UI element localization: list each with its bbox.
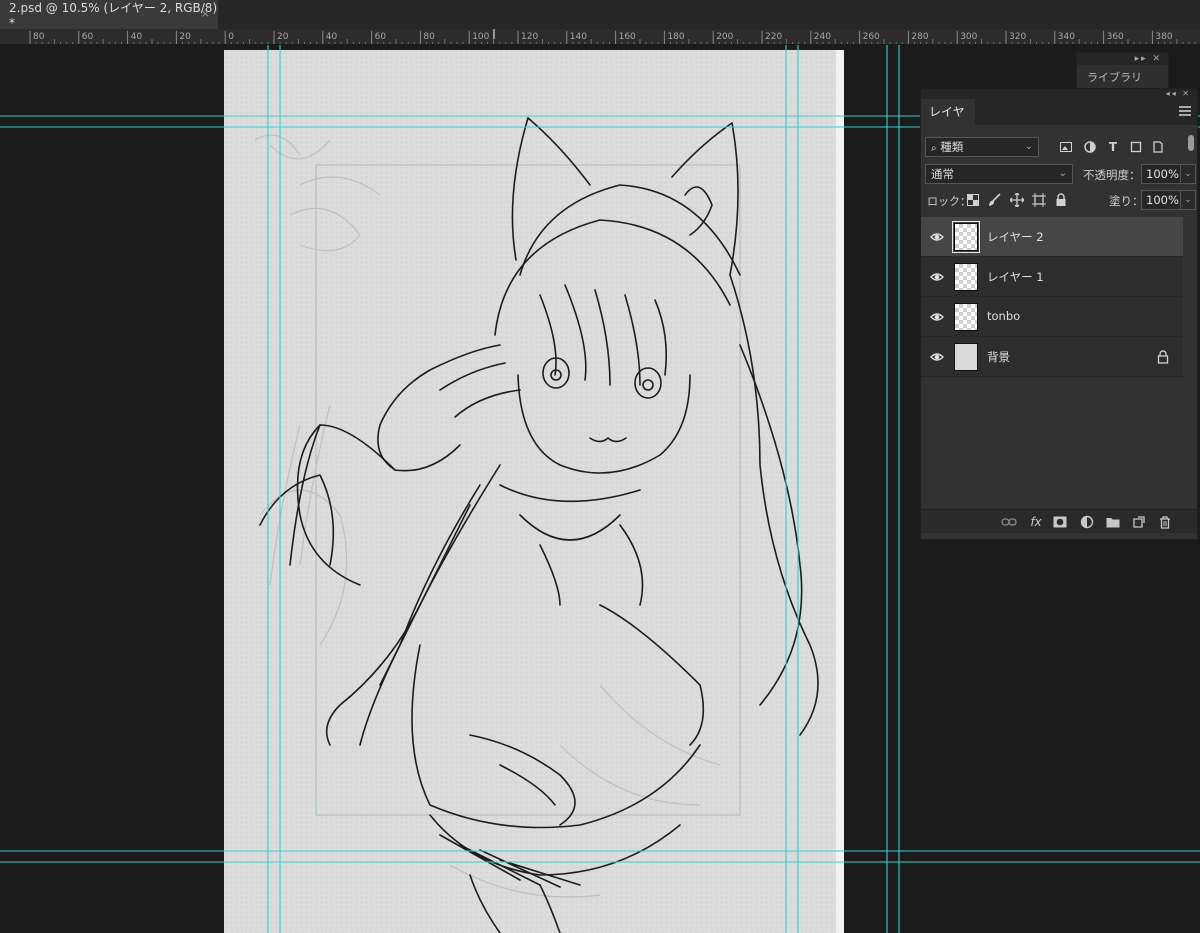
ruler-label: 200 (716, 32, 733, 42)
fill-input[interactable]: 100% (1141, 190, 1181, 210)
layer-thumbnail[interactable] (952, 221, 980, 253)
tab-layers[interactable]: レイヤー (921, 99, 975, 145)
layers-tab-row: レイヤー (921, 99, 1197, 145)
link-layers-icon[interactable] (1001, 514, 1017, 530)
panel-collapse-controls[interactable]: ◂◂ ✕ (921, 89, 1197, 99)
ruler-label: 260 (863, 32, 880, 42)
adjustment-layer-icon[interactable] (1079, 514, 1095, 530)
ruler-label: 380 (1155, 32, 1172, 42)
ruler-label: 60 (82, 32, 94, 42)
ruler-label: 280 (911, 32, 928, 42)
lock-fill-row: ロック： 塗り： 100% ⌄ (921, 189, 1197, 213)
layer-thumbnail[interactable] (954, 303, 978, 331)
blend-mode-select[interactable]: 通常 ⌄ (925, 164, 1073, 184)
ruler-label: 80 (423, 32, 435, 42)
document-tab[interactable]: 2.psd @ 10.5% (レイヤー 2, RGB/8) * × (0, 0, 218, 30)
layer-thumbnail[interactable] (954, 343, 978, 371)
layers-panel-footer: fx (921, 509, 1197, 533)
ruler-label: 40 (131, 32, 143, 42)
document-tab-title: 2.psd @ 10.5% (レイヤー 2, RGB/8) * (9, 1, 218, 30)
ruler-label: 20 (179, 32, 191, 42)
ruler-label: 340 (1058, 32, 1075, 42)
layer-lock-icon[interactable] (1157, 350, 1169, 364)
ruler-label: 140 (570, 32, 587, 42)
close-tab-icon[interactable]: × (201, 7, 210, 20)
ruler-label: 240 (814, 32, 831, 42)
visibility-eye-icon[interactable] (930, 350, 944, 364)
layer-name[interactable]: レイヤー 1 (987, 269, 1044, 285)
lock-position-move-icon[interactable] (1009, 192, 1025, 208)
layer-filter-row: ⌕ 種類 ⌄ T (921, 135, 1197, 161)
smart-object-filter-icon[interactable] (1151, 140, 1165, 154)
ink-lines (259, 117, 819, 933)
layer-thumbnail[interactable] (954, 263, 978, 291)
fill-dropdown-icon[interactable]: ⌄ (1180, 190, 1196, 210)
type-filter-icon[interactable]: T (1106, 140, 1120, 154)
ruler-label: 220 (765, 32, 782, 42)
ruler-label: 100 (472, 32, 489, 42)
layer-row[interactable]: レイヤー 1 (921, 257, 1183, 297)
libraries-panel-collapsed[interactable]: ▸▸ ✕ ライブラリ (1076, 52, 1169, 92)
lock-artboard-icon[interactable] (1031, 192, 1047, 208)
delete-layer-trash-icon[interactable] (1157, 514, 1173, 530)
new-layer-icon[interactable] (1131, 514, 1147, 530)
panel-menu-icon[interactable] (1179, 106, 1191, 116)
layer-name[interactable]: tonbo (987, 309, 1020, 323)
panel-collapse-controls[interactable]: ▸▸ ✕ (1077, 53, 1168, 65)
opacity-dropdown-icon[interactable]: ⌄ (1180, 164, 1196, 184)
document-tab-bar: 2.psd @ 10.5% (レイヤー 2, RGB/8) * × (0, 0, 1200, 30)
ruler-label: 180 (667, 32, 684, 42)
horizontal-ruler[interactable]: 80 60 40 20 0 20 40 60 80 100 120 140 160 180 200 220 24… (0, 29, 1200, 45)
ruler-label: 300 (960, 32, 977, 42)
lock-image-pixels-brush-icon[interactable] (987, 192, 1003, 208)
image-filter-icon[interactable] (1059, 140, 1073, 154)
ruler-label: 120 (521, 32, 538, 42)
layers-panel: ◂◂ ✕ レイヤー ⌕ 種類 ⌄ T 通常 ⌄ 不透明度： 100% (920, 88, 1198, 540)
ruler-label: 160 (619, 32, 636, 42)
new-group-folder-icon[interactable] (1105, 514, 1121, 530)
search-icon: ⌕ (931, 143, 937, 154)
layer-name[interactable]: 背景 (987, 349, 1010, 365)
layer-row[interactable]: レイヤー 2 (921, 217, 1183, 257)
shape-filter-icon[interactable] (1129, 140, 1143, 154)
layer-row[interactable]: tonbo (921, 297, 1183, 337)
ruler-label: 20 (277, 32, 289, 42)
lock-all-icon[interactable] (1053, 192, 1069, 208)
add-mask-icon[interactable] (1052, 514, 1068, 530)
ruler-label: 80 (33, 32, 45, 42)
layer-style-fx-icon[interactable]: fx (1028, 514, 1044, 530)
ruler-label: 320 (1009, 32, 1026, 42)
filter-kind-label: 種類 (940, 140, 964, 154)
layer-name[interactable]: レイヤー 2 (987, 229, 1044, 245)
fill-label: 塗り： (1109, 194, 1144, 208)
layer-list: レイヤー 2 レイヤー 1 tonbo 背景 (921, 217, 1183, 377)
layer-row[interactable]: 背景 (921, 337, 1183, 377)
visibility-eye-icon[interactable] (930, 270, 944, 284)
lock-transparent-pixels-icon[interactable] (965, 192, 981, 208)
filter-kind-select[interactable]: ⌕ 種類 ⌄ (925, 137, 1039, 157)
opacity-label: 不透明度： (1083, 168, 1141, 182)
libraries-label[interactable]: ライブラリ (1077, 65, 1168, 85)
visibility-eye-icon[interactable] (930, 310, 944, 324)
visibility-eye-icon[interactable] (930, 230, 944, 244)
blend-mode-value: 通常 (931, 167, 954, 181)
ruler-label: 40 (326, 32, 338, 42)
ruler-label: 0 (228, 32, 234, 42)
filter-toggle-switch[interactable] (1188, 135, 1194, 151)
adjustment-filter-icon[interactable] (1083, 140, 1097, 154)
chevron-down-icon: ⌄ (1058, 168, 1067, 179)
blend-opacity-row: 通常 ⌄ 不透明度： 100% ⌄ (921, 163, 1197, 187)
opacity-input[interactable]: 100% (1141, 164, 1181, 184)
chevron-down-icon: ⌄ (1024, 141, 1033, 152)
ruler-label: 60 (375, 32, 387, 42)
ruler-ticks: 80 60 40 20 0 20 40 60 80 100 120 140 160 180 200 220 24… (29, 29, 1196, 44)
ruler-label: 360 (1107, 32, 1124, 42)
